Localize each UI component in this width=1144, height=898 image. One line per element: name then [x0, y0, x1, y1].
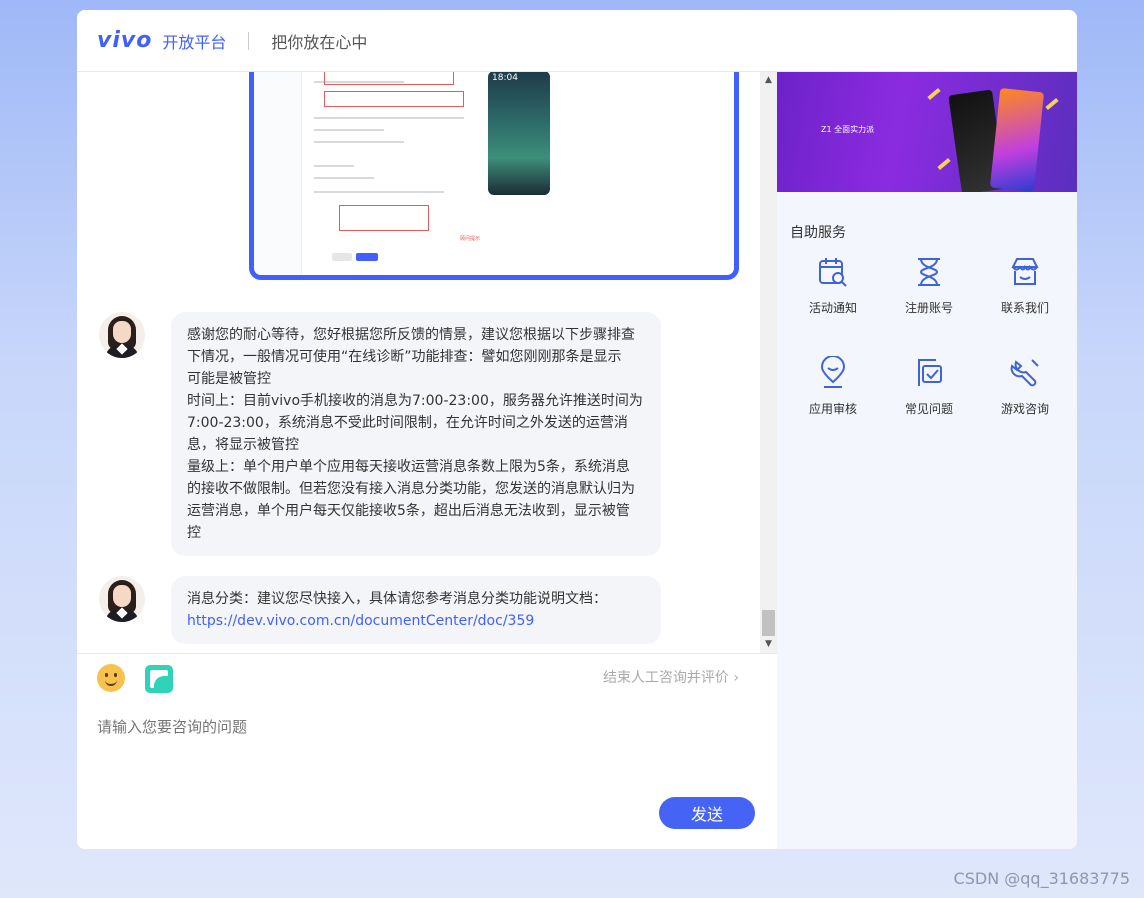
input-area: 结束人工咨询并评价 › 发送	[77, 653, 777, 849]
screenshot-red-note: 顾问提示	[460, 236, 481, 242]
service-game-consult[interactable]: 游戏咨询	[977, 356, 1073, 417]
agent-message: 感谢您的耐心等待，您好根据您所反馈的情景，建议您根据以下步骤排查 下情况，一般情…	[99, 312, 661, 556]
service-label: 注册账号	[904, 301, 953, 315]
promo-banner[interactable]: Z1 全面实力派	[777, 72, 1077, 192]
screenshot-phone: 18:04	[488, 72, 550, 195]
screenshot-line	[314, 129, 384, 131]
banner-phone-image	[989, 87, 1045, 192]
wrench-icon	[1010, 359, 1039, 387]
watermark: CSDN @qq_31683775	[953, 869, 1130, 888]
screenshot-button	[332, 253, 352, 261]
screenshot-highlight-box	[339, 205, 429, 231]
doc-link[interactable]: https://dev.vivo.com.cn/documentCenter/d…	[187, 613, 534, 629]
screenshot-highlight-box	[324, 91, 464, 107]
service-faq[interactable]: 常见问题	[881, 356, 977, 417]
screenshot-line	[314, 191, 444, 193]
self-service-grid: 活动通知 注册账号 联系我们 应用审核 常见问题 游戏咨询	[785, 255, 1073, 417]
service-label: 游戏咨询	[1000, 402, 1049, 416]
emoji-icon[interactable]	[97, 664, 125, 692]
message-bubble: 消息分类：建议您尽快接入，具体请您参考消息分类功能说明文档： https://d…	[171, 576, 661, 644]
agent-avatar	[99, 576, 145, 622]
screenshot-highlight-box	[324, 72, 454, 85]
message-line: 息，将显示被管控	[187, 437, 299, 453]
scroll-up-arrow-icon[interactable]: ▲	[760, 72, 777, 89]
screenshot-phone-time: 18:04	[492, 73, 518, 83]
chevron-right-icon: ›	[733, 670, 739, 686]
banner-carousel-dots[interactable]	[1035, 182, 1065, 185]
screenshot-sidebar	[254, 72, 302, 275]
service-label: 应用审核	[808, 402, 857, 416]
agent-message: 消息分类：建议您尽快接入，具体请您参考消息分类功能说明文档： https://d…	[99, 576, 661, 644]
hourglass-icon	[918, 258, 940, 286]
chat-scrollbar[interactable]: ▲ ▼	[760, 72, 777, 653]
end-consultation-label: 结束人工咨询并评价	[602, 670, 729, 686]
chat-message-area[interactable]: 18:04 顾问提示 感谢您的耐心等待，您好根据您所反馈的情景，建议您根据以下步…	[77, 72, 777, 653]
store-icon	[1011, 258, 1039, 285]
service-register-account[interactable]: 注册账号	[881, 255, 977, 316]
message-line: 的接收不做限制。但若您没有接入消息分类功能，您发送的消息默认归为	[187, 481, 635, 497]
question-input[interactable]	[97, 718, 717, 736]
service-app-review[interactable]: 应用审核	[785, 356, 881, 417]
right-panel: Z1 全面实力派 自助服务 活动通知 注册账号 联系我们 应用审核 常见问题 游…	[777, 72, 1077, 849]
calendar-search-icon	[819, 258, 847, 287]
shared-screenshot-image[interactable]: 18:04 顾问提示	[249, 72, 739, 280]
header-slogan: 把你放在心中	[271, 32, 368, 52]
message-line: 控	[187, 525, 201, 541]
top-bar: vivo 开放平台 把你放在心中	[77, 10, 1077, 72]
message-line: 7:00-23:00，系统消息不受此时间限制，在允许时间之外发送的运营消	[187, 415, 628, 431]
banner-title: Z1 全面实力派	[821, 125, 875, 134]
scroll-down-arrow-icon[interactable]: ▼	[760, 636, 777, 653]
service-label: 活动通知	[808, 301, 857, 315]
service-label: 联系我们	[1000, 301, 1049, 315]
scroll-thumb[interactable]	[762, 610, 775, 636]
location-pin-icon	[820, 356, 846, 388]
message-line: 感谢您的耐心等待，您好根据您所反馈的情景，建议您根据以下步骤排查	[187, 327, 635, 343]
chat-window: vivo 开放平台 把你放在心中 18:04 顾问提示 感谢您的耐心等待，您好根…	[77, 10, 1077, 849]
image-upload-icon[interactable]	[145, 665, 173, 693]
header-divider	[248, 31, 250, 50]
service-label: 常见问题	[904, 402, 953, 416]
message-line: 下情况，一般情况可使用“在线诊断”功能排查：譬如您刚刚那条是显示	[187, 349, 622, 365]
message-line: 可能是被管控	[187, 371, 271, 387]
message-line: 运营消息，单个用户每天仅能接收5条，超出后消息无法收到，显示被管	[187, 503, 630, 519]
document-check-icon	[918, 359, 942, 386]
send-button[interactable]: 发送	[659, 797, 755, 829]
screenshot-button	[356, 253, 378, 261]
self-service-title: 自助服务	[790, 225, 846, 241]
screenshot-line	[314, 117, 464, 119]
message-bubble: 感谢您的耐心等待，您好根据您所反馈的情景，建议您根据以下步骤排查 下情况，一般情…	[171, 312, 661, 556]
vivo-logo[interactable]: vivo	[97, 28, 152, 53]
message-line: 时间上：目前vivo手机接收的消息为7:00-23:00，服务器允许推送时间为	[187, 393, 643, 409]
agent-avatar	[99, 312, 145, 358]
message-line: 量级上：单个用户单个应用每天接收运营消息条数上限为5条，系统消息	[187, 459, 630, 475]
screenshot-line	[314, 177, 374, 179]
platform-title[interactable]: 开放平台	[162, 29, 226, 53]
service-activity-notice[interactable]: 活动通知	[785, 255, 881, 316]
screenshot-line	[314, 141, 404, 143]
message-text: 消息分类：建议您尽快接入，具体请您参考消息分类功能说明文档：	[187, 591, 607, 607]
end-consultation-link[interactable]: 结束人工咨询并评价 ›	[603, 667, 739, 687]
screenshot-line	[314, 165, 354, 167]
service-contact-us[interactable]: 联系我们	[977, 255, 1073, 316]
